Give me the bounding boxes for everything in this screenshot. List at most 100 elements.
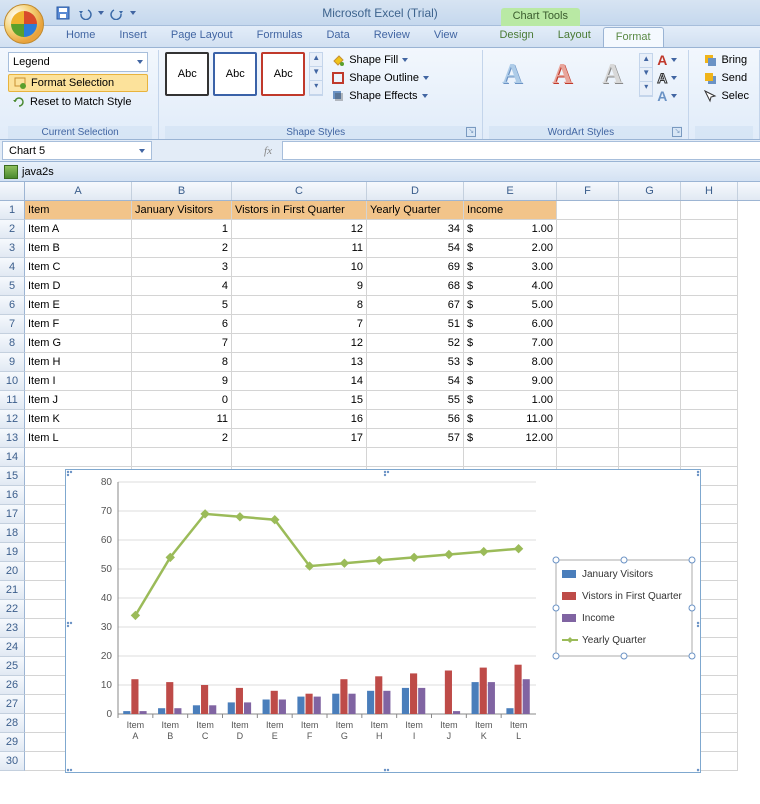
cell[interactable]: Item E (25, 296, 132, 315)
tab-chart-layout[interactable]: Layout (546, 26, 603, 47)
cell[interactable] (681, 239, 738, 258)
cell[interactable] (681, 334, 738, 353)
cell[interactable] (557, 296, 619, 315)
formula-input[interactable] (282, 141, 760, 160)
cell[interactable]: 68 (367, 277, 464, 296)
cell[interactable]: Item H (25, 353, 132, 372)
cell[interactable] (557, 410, 619, 429)
cell[interactable] (619, 239, 681, 258)
cell[interactable]: 34 (367, 220, 464, 239)
send-backward-button[interactable]: Send (699, 70, 753, 86)
cell[interactable]: Item K (25, 410, 132, 429)
row-header[interactable]: 6 (0, 296, 25, 315)
fx-icon[interactable]: fx (258, 142, 278, 160)
cell[interactable]: $1.00 (464, 220, 557, 239)
cell[interactable] (681, 315, 738, 334)
cell[interactable] (557, 201, 619, 220)
row-header[interactable]: 16 (0, 486, 25, 505)
reset-to-match-style-button[interactable]: Reset to Match Style (8, 94, 148, 110)
tab-chart-design[interactable]: Design (487, 26, 545, 47)
cell[interactable] (25, 448, 132, 467)
cell[interactable]: 67 (367, 296, 464, 315)
col-header-H[interactable]: H (681, 182, 738, 200)
row-header[interactable]: 5 (0, 277, 25, 296)
qat-customize[interactable] (130, 11, 136, 15)
cell[interactable]: Item L (25, 429, 132, 448)
bring-forward-button[interactable]: Bring (699, 52, 753, 68)
cell[interactable]: $6.00 (464, 315, 557, 334)
cell[interactable] (681, 448, 738, 467)
cell[interactable] (557, 258, 619, 277)
cell[interactable]: $2.00 (464, 239, 557, 258)
cell[interactable]: 6 (132, 315, 232, 334)
tab-formulas[interactable]: Formulas (245, 26, 315, 47)
row-header[interactable]: 10 (0, 372, 25, 391)
shape-style-expand[interactable]: ▲▼▾ (309, 52, 323, 96)
chart-element-selector[interactable]: Legend (8, 52, 148, 72)
cell[interactable] (681, 258, 738, 277)
tab-review[interactable]: Review (362, 26, 422, 47)
cell[interactable]: $11.00 (464, 410, 557, 429)
shape-styles-dialog-launcher[interactable]: ↘ (466, 127, 476, 137)
col-header-F[interactable]: F (557, 182, 619, 200)
cell[interactable] (619, 448, 681, 467)
cell[interactable]: 7 (132, 334, 232, 353)
cell[interactable] (619, 201, 681, 220)
name-box[interactable]: Chart 5 (2, 141, 152, 160)
col-header-C[interactable]: C (232, 182, 367, 200)
shape-style-2[interactable]: Abc (213, 52, 257, 96)
cell[interactable]: Item A (25, 220, 132, 239)
cell[interactable] (619, 277, 681, 296)
row-header[interactable]: 15 (0, 467, 25, 486)
cell[interactable]: Vistors in First Quarter (232, 201, 367, 220)
row-header[interactable]: 8 (0, 334, 25, 353)
shape-style-3[interactable]: Abc (261, 52, 305, 96)
cell[interactable]: 54 (367, 372, 464, 391)
tab-insert[interactable]: Insert (107, 26, 159, 47)
text-fill-button[interactable]: A (655, 52, 679, 68)
row-header[interactable]: 7 (0, 315, 25, 334)
cell[interactable]: $4.00 (464, 277, 557, 296)
cell[interactable]: 55 (367, 391, 464, 410)
cell[interactable] (619, 334, 681, 353)
row-header[interactable]: 24 (0, 638, 25, 657)
cell[interactable] (619, 296, 681, 315)
row-header[interactable]: 28 (0, 714, 25, 733)
row-header[interactable]: 3 (0, 239, 25, 258)
row-header[interactable]: 17 (0, 505, 25, 524)
cell[interactable]: 0 (132, 391, 232, 410)
shape-fill-button[interactable]: Shape Fill (327, 52, 433, 68)
cell[interactable] (681, 201, 738, 220)
wordart-style-2[interactable]: A (539, 52, 585, 98)
wordart-style-3[interactable]: A (589, 52, 635, 98)
cell[interactable]: 5 (132, 296, 232, 315)
cell[interactable] (681, 220, 738, 239)
cell[interactable]: 1 (132, 220, 232, 239)
cell[interactable] (681, 372, 738, 391)
cell[interactable]: 12 (232, 334, 367, 353)
col-header-A[interactable]: A (25, 182, 132, 200)
cell[interactable] (557, 372, 619, 391)
select-all-corner[interactable] (0, 182, 25, 200)
cell[interactable]: 9 (232, 277, 367, 296)
cell[interactable]: 4 (132, 277, 232, 296)
cell[interactable]: 8 (132, 353, 232, 372)
cell[interactable]: 14 (232, 372, 367, 391)
save-button[interactable] (54, 4, 72, 22)
cell[interactable] (619, 391, 681, 410)
col-header-B[interactable]: B (132, 182, 232, 200)
row-header[interactable]: 23 (0, 619, 25, 638)
cell[interactable] (619, 410, 681, 429)
cell[interactable]: Item J (25, 391, 132, 410)
cell[interactable] (132, 448, 232, 467)
cell[interactable]: $1.00 (464, 391, 557, 410)
cell[interactable]: 11 (232, 239, 367, 258)
cell[interactable] (681, 277, 738, 296)
cell[interactable]: Item G (25, 334, 132, 353)
cell[interactable] (619, 258, 681, 277)
cell[interactable] (557, 277, 619, 296)
cell[interactable]: 51 (367, 315, 464, 334)
undo-button[interactable] (76, 4, 94, 22)
cell[interactable]: 15 (232, 391, 367, 410)
shape-style-gallery[interactable]: Abc Abc Abc ▲▼▾ (165, 52, 323, 96)
